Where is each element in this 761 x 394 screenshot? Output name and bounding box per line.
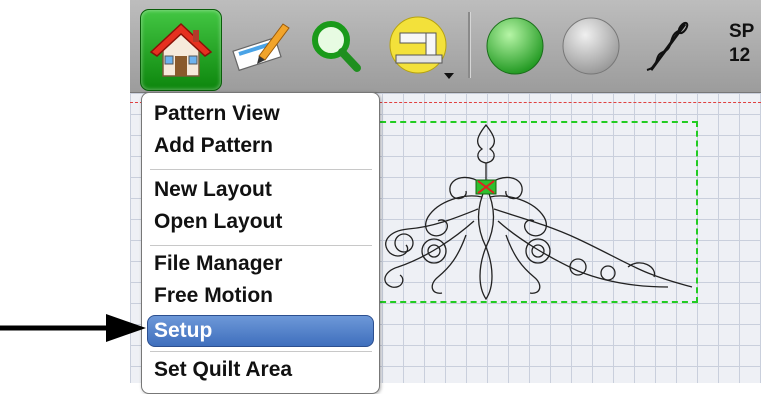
magnifier-icon	[312, 21, 361, 72]
start-button[interactable]	[480, 0, 550, 92]
gray-circle-icon	[562, 17, 620, 75]
menu-item-file-manager[interactable]: File Manager	[154, 251, 282, 277]
pencil-ruler-icon	[232, 23, 290, 72]
menu-item-set-quilt-area[interactable]: Set Quilt Area	[154, 357, 292, 383]
menu-item-setup-label: Setup	[154, 319, 213, 342]
stitch-button[interactable]	[632, 0, 702, 92]
menu-item-new-layout[interactable]: New Layout	[154, 177, 272, 203]
menu-item-free-motion[interactable]: Free Motion	[154, 283, 273, 309]
menu-divider	[150, 169, 372, 170]
search-button[interactable]	[300, 0, 370, 92]
menu-item-setup[interactable]: Setup	[147, 315, 374, 347]
stop-button[interactable]	[556, 0, 626, 92]
home-icon	[149, 22, 213, 77]
home-button[interactable]	[140, 9, 222, 91]
sewing-machine-icon	[389, 16, 454, 79]
menu-divider	[150, 245, 372, 246]
speed-readout: SP 12	[729, 21, 755, 66]
toolbar-separator	[468, 12, 471, 78]
menu-divider	[150, 351, 372, 352]
menu-item-open-layout[interactable]: Open Layout	[154, 209, 282, 235]
machine-button[interactable]	[380, 0, 460, 92]
menu-item-pattern-view[interactable]: Pattern View	[154, 101, 280, 127]
pattern-preview[interactable]	[378, 117, 718, 307]
green-circle-icon	[486, 17, 544, 75]
menu-item-add-pattern[interactable]: Add Pattern	[154, 133, 273, 159]
pointer-arrow-icon	[0, 314, 146, 342]
main-menu: Pattern View Add Pattern New Layout Open…	[141, 92, 380, 394]
edit-button[interactable]	[226, 0, 296, 92]
needle-thread-icon	[646, 21, 689, 71]
